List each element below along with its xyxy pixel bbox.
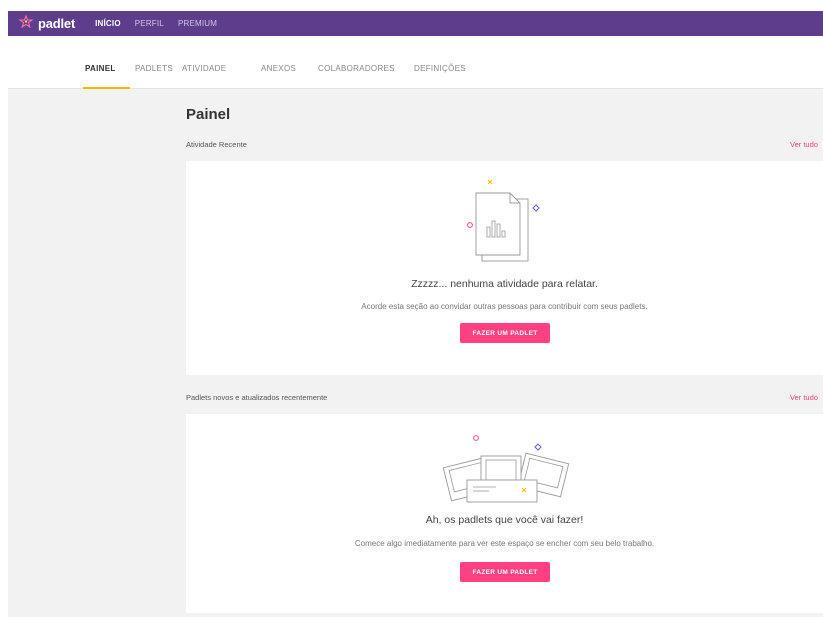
sleeping-document-icon [466, 179, 546, 272]
recent-padlets-empty-text: Comece algo imediatamente para ver este … [354, 539, 655, 548]
dashboard-tabs: PAINEL PADLETS ATIVIDADE ANEXOS COLABORA… [8, 36, 823, 89]
top-navigation-bar: padlet INÍCIO PERFIL PREMIUM [8, 11, 823, 36]
tab-definicoes[interactable]: DEFINIÇÕES [414, 64, 466, 73]
padlet-boards-icon [441, 432, 571, 509]
tab-padlets[interactable]: PADLETS [135, 64, 173, 73]
make-padlet-button[interactable]: FAZER UM PADLET [460, 562, 550, 582]
recent-padlets-see-all-link[interactable]: Ver tudo [790, 393, 818, 402]
recent-activity-see-all-link[interactable]: Ver tudo [790, 140, 818, 149]
tab-painel[interactable]: PAINEL [85, 64, 116, 73]
recent-activity-label: Atividade Recente [186, 140, 247, 149]
padlet-logo[interactable]: padlet [18, 14, 75, 33]
nav-perfil[interactable]: PERFIL [135, 19, 164, 28]
recent-activity-card: Zzzzz... nenhuma atividade para relatar.… [186, 161, 823, 375]
tab-colaboradores[interactable]: COLABORADORES [318, 64, 395, 73]
tab-atividade[interactable]: ATIVIDADE [182, 64, 226, 73]
nav-inicio[interactable]: INÍCIO [95, 19, 121, 28]
recent-activity-empty-text: Acorde esta seção ao convidar outras pes… [361, 302, 648, 311]
make-padlet-button[interactable]: FAZER UM PADLET [460, 323, 550, 343]
nav-premium[interactable]: PREMIUM [178, 19, 217, 28]
recent-padlets-card: Ah, os padlets que você vai fazer! Comec… [186, 414, 823, 613]
padlet-flower-icon [18, 14, 34, 33]
recent-activity-empty-title: Zzzzz... nenhuma atividade para relatar. [411, 278, 598, 290]
recent-padlets-label: Padlets novos e atualizados recentemente [186, 393, 328, 402]
page-title: Painel [186, 106, 231, 123]
tab-anexos[interactable]: ANEXOS [261, 64, 296, 73]
logo-text: padlet [38, 16, 76, 31]
recent-padlets-empty-title: Ah, os padlets que você vai fazer! [425, 514, 584, 526]
